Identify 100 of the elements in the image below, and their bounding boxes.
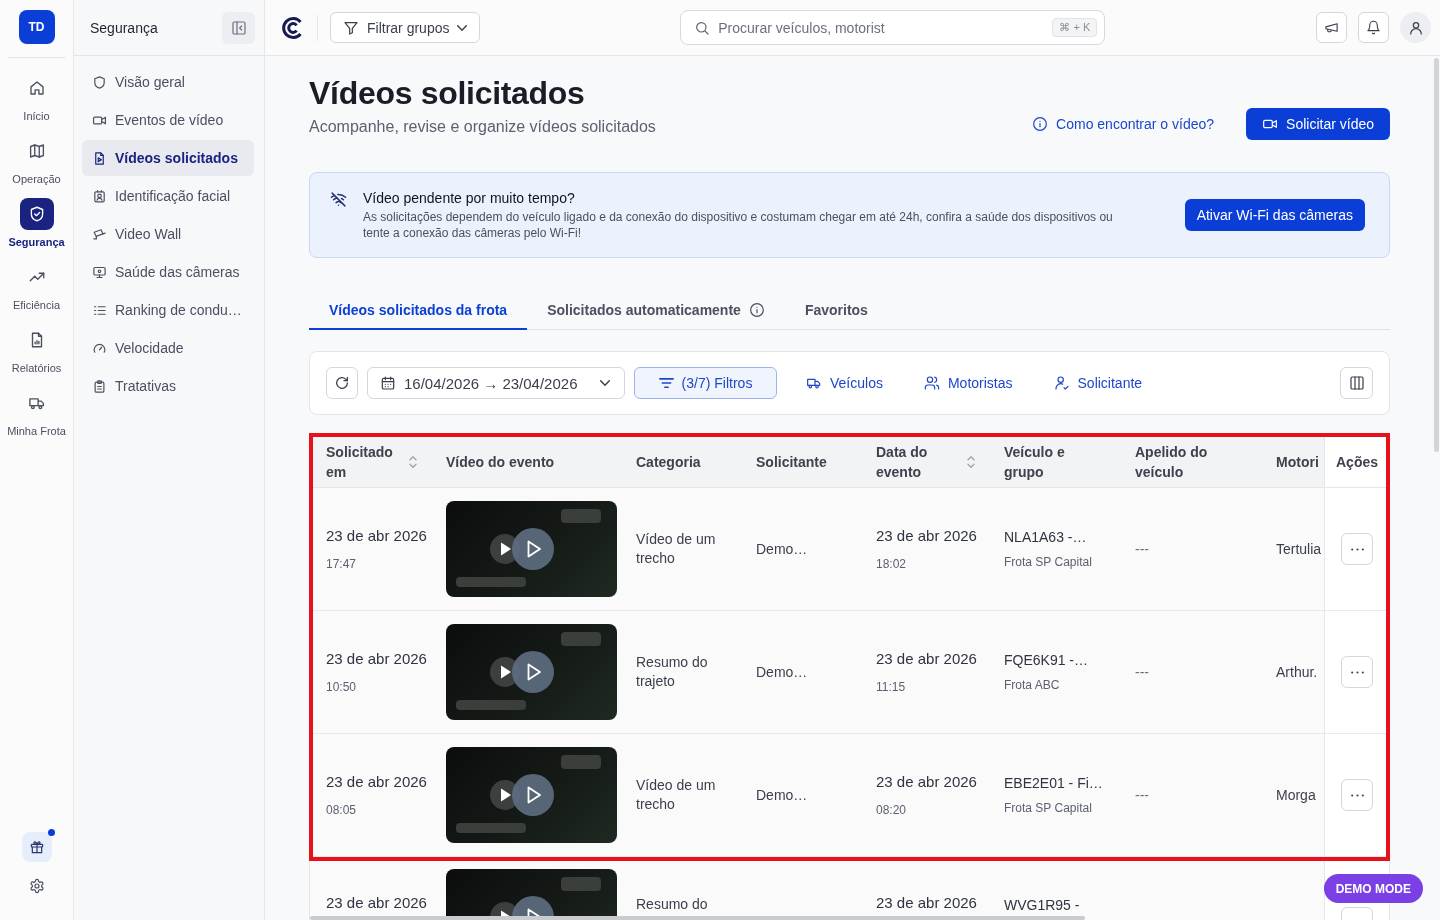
announcements-button[interactable] bbox=[1316, 12, 1347, 43]
settings-icon[interactable] bbox=[28, 878, 45, 894]
play-button-icon[interactable] bbox=[490, 651, 554, 693]
play-button-icon[interactable] bbox=[490, 528, 554, 570]
banner-text: As solicitações dependem do veículo ligado e da conexão do dispositivo e costumam chegar em até 24h, confira a saúde dos dispositivos ou tente a conexão das câmeras pelo Wi-Fi! bbox=[363, 209, 1114, 241]
chevron-down-icon bbox=[457, 24, 468, 31]
info-icon bbox=[1032, 116, 1049, 132]
sidebar-item[interactable]: Vídeos solicitados bbox=[82, 140, 254, 176]
gift-button[interactable] bbox=[21, 832, 52, 862]
event-time: 18:02 bbox=[876, 555, 908, 573]
collapse-sidebar-button[interactable] bbox=[222, 11, 255, 44]
driver-name: Morga bbox=[1276, 786, 1316, 805]
megaphone-icon bbox=[1324, 20, 1339, 35]
sidebar-item[interactable]: Video Wall bbox=[82, 216, 254, 252]
more-icon bbox=[1350, 793, 1364, 797]
rail-nav-item[interactable]: Segurança bbox=[0, 198, 73, 249]
refresh-icon bbox=[334, 375, 350, 391]
event-date: 23 de abr 2026 bbox=[876, 893, 977, 913]
video-thumbnail[interactable] bbox=[446, 624, 617, 720]
filter-link[interactable]: Veículos bbox=[794, 367, 895, 399]
tab[interactable]: Vídeos solicitados da frota bbox=[309, 290, 528, 330]
shortcut-hint: ⌘ + K bbox=[1052, 18, 1098, 37]
wifi-off-icon bbox=[330, 191, 347, 208]
sidebar-item[interactable]: Velocidade bbox=[82, 330, 254, 366]
placeholder-bar bbox=[561, 755, 601, 769]
sort-icon[interactable] bbox=[409, 456, 417, 468]
sort-icon[interactable] bbox=[967, 456, 975, 468]
sidebar-item[interactable]: Ranking de condu… bbox=[82, 292, 254, 328]
request-time: 17:47 bbox=[326, 555, 358, 573]
gift-icon bbox=[28, 839, 45, 855]
columns-button[interactable] bbox=[1340, 367, 1373, 399]
monitor-icon bbox=[92, 264, 107, 280]
driver-name: Tertulia bbox=[1276, 540, 1322, 559]
account-avatar[interactable]: TD bbox=[18, 10, 55, 44]
horizontal-scrollbar[interactable] bbox=[310, 916, 1085, 920]
rail-nav-item[interactable]: Operação bbox=[0, 135, 73, 186]
category-text: Vídeo de um trecho bbox=[636, 531, 716, 566]
rail-nav-item[interactable]: Eficiência bbox=[0, 261, 73, 312]
column-header: Motori bbox=[1276, 453, 1319, 472]
sidebar-item[interactable]: Tratativas bbox=[82, 368, 254, 404]
more-icon bbox=[1350, 547, 1364, 551]
event-date: 23 de abr 2026 bbox=[876, 648, 977, 669]
users-icon bbox=[923, 375, 940, 391]
request-video-button[interactable]: Solicitar vídeo bbox=[1246, 108, 1390, 140]
column-header: Apelido do veículo bbox=[1135, 443, 1209, 482]
demo-mode-badge[interactable]: DEMO MODE bbox=[1323, 874, 1423, 903]
vehicle-nickname: --- bbox=[1135, 663, 1149, 682]
group-name: Frota ABC bbox=[1004, 677, 1061, 694]
group-name: Frota SP Capital bbox=[1004, 554, 1092, 571]
help-link[interactable]: Como encontrar o vídeo? bbox=[1032, 116, 1215, 132]
driver-name: Arthur. bbox=[1276, 663, 1318, 682]
filter-link[interactable]: Motoristas bbox=[911, 367, 1025, 399]
sidebar-item[interactable]: Visão geral bbox=[82, 64, 254, 100]
home-icon bbox=[27, 79, 46, 97]
rail-nav-item[interactable]: Início bbox=[0, 72, 73, 123]
rail-nav-item[interactable]: Minha Frota bbox=[0, 387, 73, 438]
group-filter-button[interactable]: Filtrar grupos bbox=[330, 12, 481, 43]
bell-icon bbox=[1366, 20, 1381, 35]
placeholder-bar bbox=[456, 823, 526, 833]
request-time: 08:05 bbox=[326, 801, 358, 819]
filter-lines-icon bbox=[658, 378, 674, 388]
sidebar-item[interactable]: Eventos de vídeo bbox=[82, 102, 254, 138]
event-date: 23 de abr 2026 bbox=[876, 771, 977, 792]
clipboard-icon bbox=[92, 378, 107, 394]
video-thumbnail[interactable] bbox=[446, 747, 617, 843]
date-range-select[interactable]: 16/04/2026 → 23/04/2026 bbox=[367, 367, 625, 399]
rail-nav-item[interactable]: Relatórios bbox=[0, 324, 73, 375]
sidebar-title: Segurança bbox=[90, 19, 158, 36]
filters-button[interactable]: (3/7) Filtros bbox=[634, 367, 777, 399]
vertical-scrollbar[interactable] bbox=[1434, 58, 1439, 452]
event-time: 08:20 bbox=[876, 801, 908, 819]
group-name: Frota SP Capital bbox=[1004, 800, 1093, 817]
requester-name: Demo… bbox=[756, 663, 808, 682]
vehicle-name: FQE6K91 -… bbox=[1004, 651, 1089, 670]
placeholder-bar bbox=[456, 577, 526, 587]
tab[interactable]: Solicitados automaticamente bbox=[527, 290, 785, 330]
user-check-icon bbox=[1053, 375, 1070, 391]
notifications-button[interactable] bbox=[1358, 12, 1389, 43]
play-button-icon[interactable] bbox=[490, 774, 554, 816]
column-header: Categoria bbox=[636, 453, 701, 472]
vehicle-name: EBE2E01 - Fi… bbox=[1004, 774, 1103, 793]
request-time: 10:50 bbox=[326, 678, 358, 696]
banner-title: Vídeo pendente por muito tempo? bbox=[363, 189, 576, 207]
requester-name: Demo… bbox=[756, 540, 808, 559]
profile-button[interactable] bbox=[1400, 12, 1431, 43]
tab[interactable]: Favoritos bbox=[784, 290, 888, 330]
filter-link[interactable]: Solicitante bbox=[1041, 367, 1155, 399]
sidebar-item[interactable]: Saúde das câmeras bbox=[82, 254, 254, 290]
refresh-button[interactable] bbox=[326, 367, 358, 399]
file-play-icon bbox=[92, 150, 107, 166]
column-header: Data do evento bbox=[876, 443, 929, 482]
video-thumbnail[interactable] bbox=[446, 501, 617, 597]
sidebar-item[interactable]: Identificação facial bbox=[82, 178, 254, 214]
columns-icon bbox=[1348, 375, 1365, 391]
vehicle-name: WVG1R95 - bbox=[1004, 895, 1080, 915]
user-icon bbox=[1407, 19, 1424, 36]
enable-wifi-button[interactable]: Ativar Wi-Fi das câmeras bbox=[1184, 199, 1365, 231]
column-header: Veículo e grupo bbox=[1004, 443, 1066, 482]
map-icon bbox=[27, 142, 46, 160]
face-frame-icon bbox=[92, 188, 107, 204]
